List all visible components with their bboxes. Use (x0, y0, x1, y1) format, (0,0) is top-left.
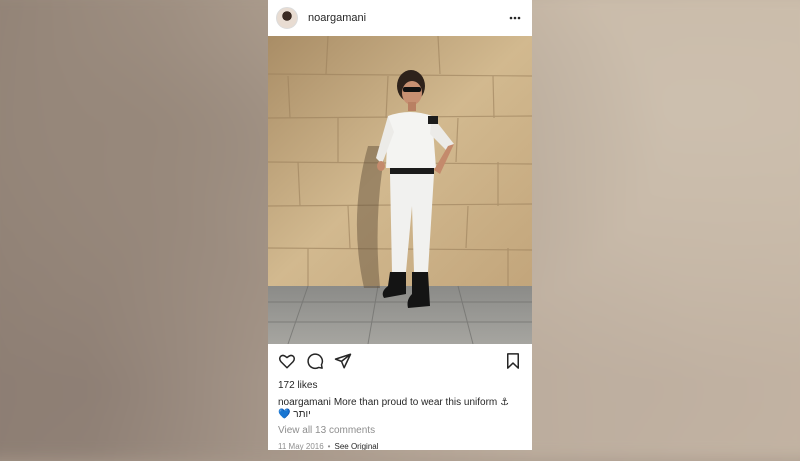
post-photo[interactable] (268, 36, 532, 344)
caption-text: More than proud to wear this uniform ⚓ (333, 397, 509, 408)
instagram-post-card: noargamani 172 likes noargamani More tha… (268, 0, 532, 450)
see-original-link[interactable]: See Original (334, 442, 378, 450)
post-meta: 11 May 2016 • See Original (268, 442, 532, 450)
caption-username[interactable]: noargamani (278, 397, 331, 408)
view-comments-link[interactable]: View all 13 comments (268, 425, 532, 436)
more-horizontal-icon[interactable] (508, 11, 522, 25)
bookmark-icon[interactable] (504, 352, 522, 370)
comment-bubble-icon[interactable] (306, 352, 324, 370)
caption-hebrew-text: יותר (293, 409, 311, 420)
meta-separator: • (327, 442, 331, 450)
post-actions (268, 344, 532, 378)
caption-heart-emoji: 💙 (278, 409, 291, 420)
avatar[interactable] (276, 7, 298, 29)
post-date: 11 May 2016 (278, 442, 324, 450)
post-header: noargamani (268, 0, 532, 36)
post-username[interactable]: noargamani (308, 12, 508, 24)
paper-plane-icon[interactable] (334, 352, 352, 370)
heart-icon[interactable] (278, 352, 296, 370)
post-caption: noargamani More than proud to wear this u… (268, 397, 532, 421)
likes-count[interactable]: 172 likes (268, 380, 532, 391)
